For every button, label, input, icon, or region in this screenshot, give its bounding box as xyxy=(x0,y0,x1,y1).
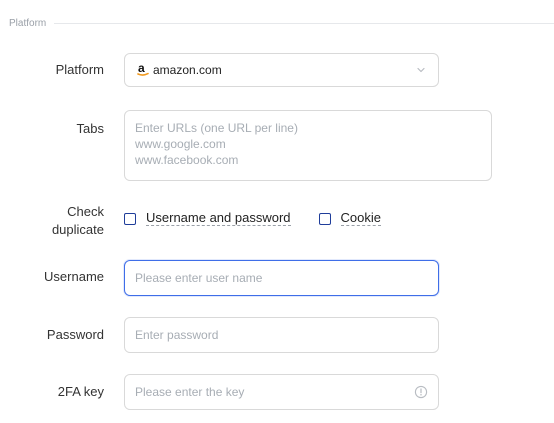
tabs-textarea[interactable]: Enter URLs (one URL per line) www.google… xyxy=(124,110,492,181)
twofa-placeholder: Please enter the key xyxy=(135,385,245,399)
section-header: Platform xyxy=(9,15,554,31)
checkbox-label: Cookie xyxy=(340,210,381,226)
check-duplicate-label-line1: Check xyxy=(67,204,104,219)
info-circle-icon[interactable] xyxy=(414,385,428,399)
platform-label: Platform xyxy=(55,62,104,77)
tabs-placeholder-line: www.google.com xyxy=(135,137,226,151)
cookie-checkbox[interactable]: Cookie xyxy=(318,210,381,226)
chevron-down-icon xyxy=(416,65,426,75)
check-duplicate-options: Username and password Cookie xyxy=(124,211,409,226)
tabs-placeholder-line: Enter URLs (one URL per line) xyxy=(135,121,298,135)
platform-selected-value: amazon.com xyxy=(153,63,222,77)
password-placeholder: Enter password xyxy=(135,328,219,342)
platform-select[interactable]: a amazon.com xyxy=(124,53,439,87)
section-divider xyxy=(54,22,554,24)
username-input[interactable]: Please enter user name xyxy=(124,260,439,296)
tabs-label: Tabs xyxy=(76,121,104,136)
svg-text:a: a xyxy=(138,62,145,75)
username-password-checkbox[interactable]: Username and password xyxy=(124,211,291,226)
amazon-icon: a xyxy=(137,62,149,76)
twofa-input[interactable]: Please enter the key xyxy=(124,374,439,410)
check-duplicate-label-line2: duplicate xyxy=(51,222,104,237)
checkbox-label: Username and password xyxy=(146,210,291,226)
username-label: Username xyxy=(44,269,104,284)
section-title: Platform xyxy=(9,17,47,29)
checkbox-box[interactable] xyxy=(318,212,331,225)
checkbox-box[interactable] xyxy=(124,212,136,225)
password-label: Password xyxy=(46,327,104,342)
password-input[interactable]: Enter password xyxy=(124,317,439,353)
twofa-label: 2FA key xyxy=(57,384,104,399)
check-duplicate-label: Check duplicate xyxy=(52,203,104,239)
tabs-placeholder-line: www.facebook.com xyxy=(135,153,239,167)
username-placeholder: Please enter user name xyxy=(135,271,263,285)
